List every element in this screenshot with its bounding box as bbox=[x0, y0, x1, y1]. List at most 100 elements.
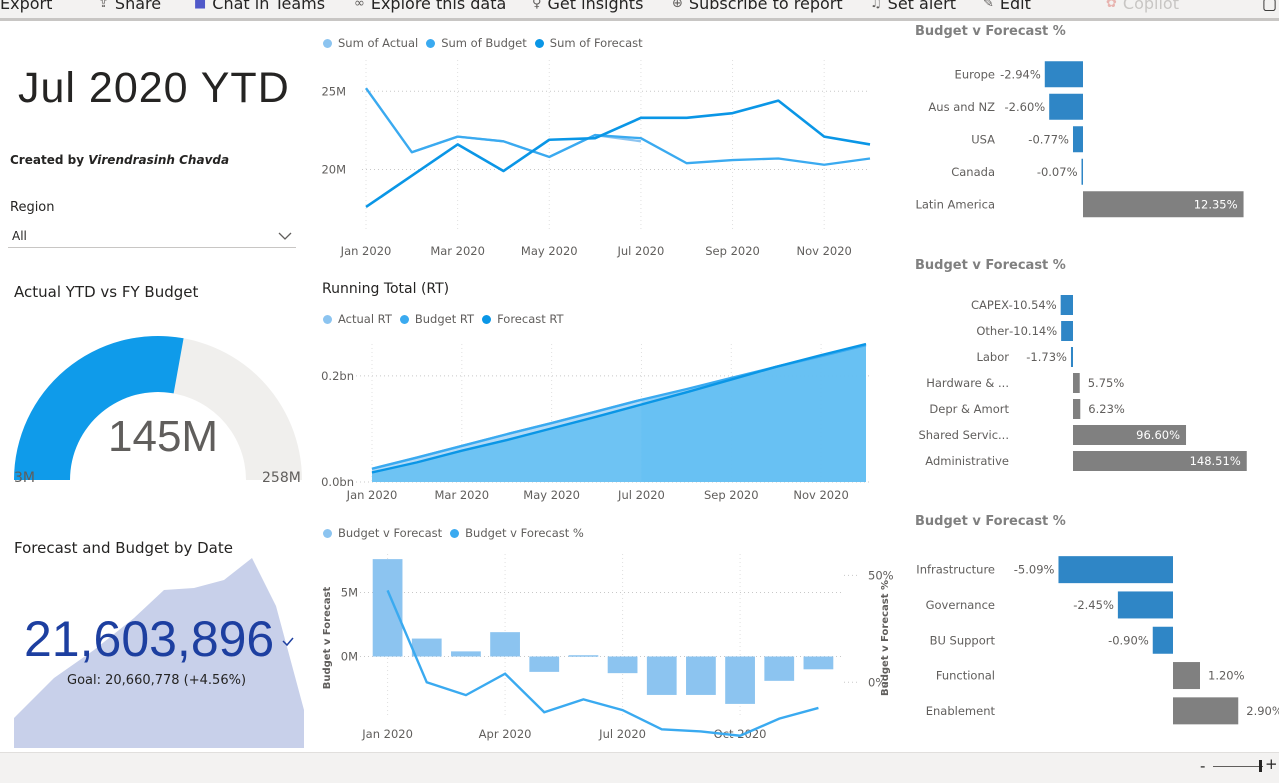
bar-negative bbox=[1060, 295, 1073, 315]
share-button[interactable]: ⇪ Share bbox=[98, 0, 161, 13]
x-tick-label: Nov 2020 bbox=[793, 488, 848, 502]
bar-value-label: -2.45% bbox=[1073, 598, 1114, 612]
share-label: Share bbox=[114, 0, 162, 13]
teams-icon: ■ bbox=[194, 0, 207, 11]
page-title: Jul 2020 YTD bbox=[18, 64, 290, 112]
region-dropdown[interactable]: All bbox=[8, 224, 296, 248]
x-tick-label: Jan 2020 bbox=[361, 727, 413, 741]
category-variance-title: Budget v Forecast % bbox=[915, 258, 1066, 273]
variance-bar bbox=[686, 656, 716, 695]
bar-category-label: Other bbox=[976, 324, 1009, 338]
bar-positive bbox=[1073, 399, 1081, 419]
set-alert-button[interactable]: ♫ Set alert bbox=[870, 0, 956, 13]
bar-category-label: Administrative bbox=[925, 454, 1009, 468]
y-tick-label: 25M bbox=[321, 84, 346, 98]
variance-legend: Budget v Forecast Budget v Forecast % bbox=[323, 526, 584, 540]
bar-category-label: Labor bbox=[976, 350, 1009, 364]
bar-category-label: Functional bbox=[936, 669, 995, 683]
chevron-down-icon bbox=[278, 232, 292, 240]
y-tick-label: 5M bbox=[341, 585, 358, 599]
zoom-out-button[interactable]: - bbox=[1200, 757, 1205, 775]
bar-category-label: Infrastructure bbox=[916, 563, 995, 577]
series-line-2 bbox=[365, 99, 871, 209]
zoom-in-button[interactable]: + bbox=[1265, 755, 1278, 773]
bar-category-label: Shared Servic... bbox=[918, 428, 1009, 442]
explore-label: Explore this data bbox=[370, 0, 507, 13]
x-tick-label: Apr 2020 bbox=[479, 727, 532, 741]
running-total-title: Running Total (RT) bbox=[322, 281, 450, 297]
variance-bar bbox=[372, 559, 403, 657]
y-tick-label: 0M bbox=[341, 650, 358, 664]
bar-category-label: USA bbox=[971, 132, 995, 146]
x-tick-label: Sep 2020 bbox=[704, 488, 759, 502]
bar-category-label: Aus and NZ bbox=[928, 100, 995, 114]
x-tick-label: Mar 2020 bbox=[435, 488, 490, 502]
explore-data-button[interactable]: ∞ Explore this data bbox=[354, 0, 506, 13]
monthly-line-chart: 25M 20M Jan 2020 Mar 2020 May 2020 Jul 2020 Se… bbox=[321, 60, 871, 258]
copilot-button[interactable]: ✿ Copilot bbox=[1106, 0, 1179, 13]
bar-value-label: -2.60% bbox=[1005, 100, 1046, 114]
variance-bar bbox=[568, 655, 599, 657]
x-tick-label: May 2020 bbox=[523, 488, 580, 502]
x-tick-label: Jul 2020 bbox=[617, 244, 665, 258]
subscribe-label: Subscribe to report bbox=[688, 0, 843, 13]
variance-bar bbox=[764, 656, 795, 681]
bar-value-label: -0.07% bbox=[1037, 165, 1078, 179]
bar-value-label: 1.20% bbox=[1208, 669, 1245, 683]
legend-forecast: Sum of Forecast bbox=[549, 36, 643, 50]
bar-value-label: 5.75% bbox=[1088, 376, 1125, 390]
y-tick-label: 0.2bn bbox=[321, 369, 354, 383]
bar-value-label: 12.35% bbox=[1194, 197, 1238, 211]
legend-dot-forecast-rt bbox=[482, 314, 492, 324]
variance-bar bbox=[725, 656, 755, 704]
region-variance-bar-chart: Europe -2.94% Aus and NZ -2.60% USA -0.77% Can… bbox=[915, 61, 1244, 218]
variance-bar bbox=[529, 656, 560, 672]
x-tick-label: Sep 2020 bbox=[705, 244, 760, 258]
bar-category-label: Latin America bbox=[915, 197, 995, 211]
bar-negative bbox=[1117, 591, 1173, 619]
bar-negative bbox=[1044, 61, 1083, 88]
region-slicer-label: Region bbox=[10, 200, 55, 215]
legend-dot-bvf-pct bbox=[450, 528, 460, 538]
y2-axis-title: Budget v Forecast % bbox=[880, 580, 891, 696]
legend-budget-rt: Budget RT bbox=[414, 312, 475, 326]
edit-button[interactable]: ✎ Edit bbox=[983, 0, 1031, 13]
gauge-chart bbox=[14, 336, 302, 480]
subscribe-button[interactable]: ⊕ Subscribe to report bbox=[672, 0, 843, 13]
get-insights-button[interactable]: ♀ Get insights bbox=[532, 0, 643, 13]
bar-value-label: -0.90% bbox=[1108, 633, 1149, 647]
bar-value-label: -2.94% bbox=[1000, 67, 1041, 81]
bar-value-label: 2.90% bbox=[1246, 704, 1279, 718]
x-tick-label: Nov 2020 bbox=[796, 244, 851, 258]
bar-category-label: Governance bbox=[926, 598, 995, 612]
zoom-slider-handle[interactable] bbox=[1259, 760, 1262, 772]
bar-negative bbox=[1058, 556, 1173, 584]
gauge-max-label: 258M bbox=[262, 470, 301, 486]
bar-category-label: Canada bbox=[951, 165, 995, 179]
running-legend: Actual RT Budget RT Forecast RT bbox=[323, 312, 564, 326]
legend-dot-budget-rt bbox=[399, 314, 409, 324]
gauge-value: 145M bbox=[108, 412, 219, 461]
zoom-slider-track[interactable] bbox=[1213, 766, 1263, 767]
series-line-1 bbox=[365, 87, 871, 166]
created-prefix: Created by bbox=[10, 153, 89, 167]
legend-bvf-pct: Budget v Forecast % bbox=[465, 526, 584, 540]
export-button[interactable]: Export bbox=[0, 0, 52, 13]
legend-dot-budget bbox=[426, 38, 436, 48]
copilot-label: Copilot bbox=[1122, 0, 1179, 13]
chat-in-teams-button[interactable]: ■ Chat in Teams bbox=[194, 0, 325, 13]
bar-category-label: Hardware & ... bbox=[926, 376, 1009, 390]
status-bar: - + bbox=[0, 752, 1279, 783]
bar-category-label: Europe bbox=[955, 67, 995, 81]
bookmark-icon[interactable]: ▢ bbox=[1262, 0, 1277, 13]
legend-forecast-rt: Forecast RT bbox=[497, 312, 564, 326]
region-selected-value: All bbox=[12, 228, 27, 243]
bar-value-label: -10.54% bbox=[1009, 298, 1057, 312]
explore-icon: ∞ bbox=[354, 0, 365, 11]
legend-dot-forecast bbox=[534, 38, 544, 48]
legend-actual: Sum of Actual bbox=[338, 36, 419, 50]
bar-value-label: 6.23% bbox=[1088, 402, 1125, 416]
variance-bar bbox=[451, 651, 481, 657]
bar-value-label: 148.51% bbox=[1190, 454, 1241, 468]
x-tick-label: Mar 2020 bbox=[430, 244, 485, 258]
